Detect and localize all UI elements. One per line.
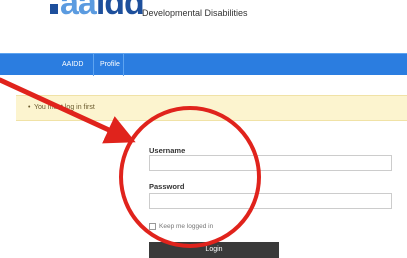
alert-message: You must log in first [34, 104, 95, 111]
logo-text-light: aa [60, 0, 97, 22]
logo-bar-icon [50, 4, 58, 14]
alert-bullet-icon: • [28, 104, 31, 111]
annotation-overlay [0, 77, 261, 248]
aaidd-logo[interactable]: aaidd [50, 0, 145, 20]
nav-item-aaidd-home[interactable]: AAIDD Home [56, 54, 94, 90]
remember-me-row[interactable]: Keep me logged in [149, 223, 213, 230]
remember-me-checkbox[interactable] [149, 223, 156, 230]
logo-wordmark: aaidd [60, 0, 145, 22]
username-input[interactable] [149, 155, 392, 171]
nav-item-profile[interactable]: Profile [94, 54, 124, 76]
password-label: Password [149, 182, 185, 191]
remember-me-label: Keep me logged in [159, 223, 214, 231]
login-button[interactable]: Login [149, 242, 279, 258]
logo-subtitle: Developmental Disabilities [142, 8, 248, 18]
username-label: Username [149, 146, 186, 155]
logo-text-dark: idd [95, 0, 145, 22]
login-required-alert: • You must log in first [16, 95, 407, 121]
password-input[interactable] [149, 193, 392, 209]
main-navbar: AAIDD Home Profile [0, 53, 407, 90]
